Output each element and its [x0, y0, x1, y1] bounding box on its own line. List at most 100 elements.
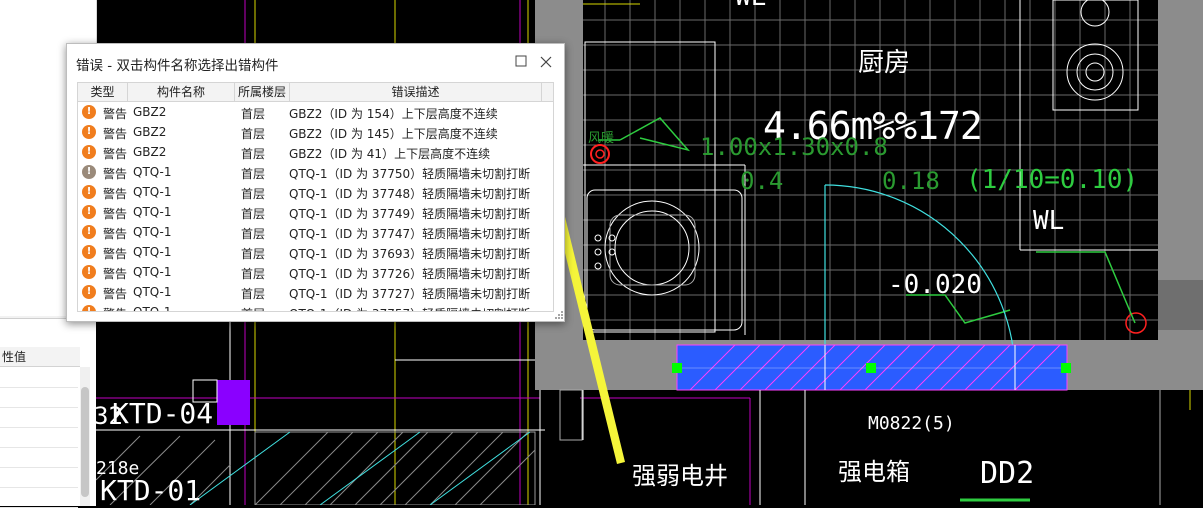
cell-name[interactable]: QTQ-1	[133, 185, 172, 199]
cell-name[interactable]: QTQ-1	[133, 305, 172, 311]
property-scrollbar[interactable]	[80, 367, 90, 506]
property-panel: 性值	[0, 318, 96, 508]
ktd04-label: KTD-04	[112, 397, 214, 430]
property-row[interactable]	[0, 467, 78, 488]
grip-middle[interactable]	[866, 363, 876, 373]
box-label: 强电箱	[838, 458, 910, 486]
property-row[interactable]	[0, 447, 78, 468]
cell-type: 警告	[103, 127, 128, 141]
cell-name[interactable]: GBZ2	[133, 145, 166, 159]
cell-name[interactable]: GBZ2	[133, 125, 166, 139]
cell-type: 警告	[103, 187, 128, 201]
cell-floor: 首层	[241, 187, 266, 201]
cell-name[interactable]: GBZ2	[133, 105, 166, 119]
scrollbar-thumb[interactable]	[81, 387, 89, 497]
dialog-title: 错误 - 双击构件名称选择出错构件	[76, 58, 279, 74]
dialog-titlebar[interactable]: 错误 - 双击构件名称选择出错构件	[67, 44, 564, 80]
cell-type: 警告	[103, 207, 128, 221]
table-header: 类型 构件名称 所属楼层 错误描述	[78, 83, 553, 102]
cell-description: GBZ2（ID 为 41）上下层高度不连续	[289, 147, 491, 161]
warning-icon: !	[82, 245, 96, 259]
property-row[interactable]	[0, 367, 78, 388]
cell-floor: 首层	[241, 147, 266, 161]
cell-name[interactable]: QTQ-1	[133, 265, 172, 279]
cell-floor: 首层	[241, 287, 266, 301]
table-row[interactable]: ! 警告 QTQ-1 首层 QTQ-1（ID 为 37757）轻质隔墙未切割打断	[78, 302, 553, 311]
property-row[interactable]	[0, 387, 78, 408]
warning-icon: !	[82, 205, 96, 219]
cell-type: 警告	[103, 287, 128, 301]
cell-name[interactable]: QTQ-1	[133, 245, 172, 259]
vent-label: 风暖	[588, 131, 615, 146]
table-row[interactable]: ! 警告 QTQ-1 首层 QTQ-1（ID 为 37749）轻质隔墙未切割打断	[78, 202, 553, 222]
warning-icon: !	[82, 305, 96, 311]
cell-description: QTQ-1（ID 为 37748）轻质隔墙未切割打断	[289, 187, 531, 201]
cell-description: QTQ-1（ID 为 37727）轻质隔墙未切割打断	[289, 287, 531, 301]
warning-icon: !	[82, 125, 96, 139]
cell-description: QTQ-1（ID 为 37757）轻质隔墙未切割打断	[289, 305, 530, 311]
cell-type: 警告	[103, 267, 128, 281]
cell-description: QTQ-1（ID 为 37693）轻质隔墙未切割打断	[289, 247, 531, 261]
table-row[interactable]: ! 警告 GBZ2 首层 GBZ2（ID 为 41）上下层高度不连续	[78, 142, 553, 162]
cell-description: QTQ-1（ID 为 37726）轻质隔墙未切割打断	[289, 267, 531, 281]
slope-text: (1/10=0.10)	[966, 165, 1139, 195]
cell-floor: 首层	[241, 267, 266, 281]
shaft-label: 强弱电井	[632, 462, 728, 490]
cell-type: 警告	[103, 167, 128, 181]
property-row[interactable]	[0, 427, 78, 448]
cell-floor: 首层	[241, 247, 266, 261]
warning-icon: !	[82, 105, 96, 119]
window-dimension-text: 1.00x1.30x0.8	[700, 133, 888, 161]
cell-floor: 首层	[241, 207, 266, 221]
resize-grip-icon[interactable]	[554, 310, 564, 320]
dd2-label: DD2	[980, 456, 1035, 491]
wl-label: WL	[1033, 206, 1065, 236]
height-label-a: 0.4	[740, 167, 784, 195]
property-value-header: 性值	[0, 347, 80, 367]
grip-right[interactable]	[1061, 363, 1071, 373]
column-header-name[interactable]: 构件名称	[128, 83, 235, 101]
door-label: M0822(5)	[868, 413, 955, 434]
warning-icon: !	[82, 265, 96, 279]
grip-left[interactable]	[672, 363, 682, 373]
column-header-type[interactable]: 类型	[78, 83, 128, 101]
table-row[interactable]: ! 警告 GBZ2 首层 GBZ2（ID 为 145）上下层高度不连续	[78, 122, 553, 142]
cell-floor: 首层	[241, 107, 266, 121]
error-table: 类型 构件名称 所属楼层 错误描述 ! 警告 GBZ2 首层 GBZ2（ID 为 154…	[77, 82, 554, 312]
cell-type: 警告	[103, 247, 128, 261]
cell-type: 警告	[103, 147, 128, 161]
cell-type: 警告	[103, 227, 128, 241]
cell-floor: 首层	[241, 127, 266, 141]
table-row[interactable]: ! 警告 GBZ2 首层 GBZ2（ID 为 154）上下层高度不连续	[78, 102, 553, 122]
maximize-icon[interactable]	[513, 53, 529, 69]
cell-name[interactable]: QTQ-1	[133, 165, 172, 179]
cell-type: 警告	[103, 107, 128, 121]
label-32: 32	[94, 402, 123, 430]
cell-name[interactable]: QTQ-1	[133, 225, 172, 239]
property-row[interactable]	[0, 407, 78, 428]
cell-description: QTQ-1（ID 为 37747）轻质隔墙未切割打断	[289, 227, 531, 241]
cell-type: 警告	[103, 305, 127, 311]
table-row[interactable]: ! 警告 QTQ-1 首层 QTQ-1（ID 为 37726）轻质隔墙未切割打断	[78, 262, 553, 282]
cell-name[interactable]: QTQ-1	[133, 205, 172, 219]
table-row[interactable]: ! 警告 QTQ-1 首层 QTQ-1（ID 为 37693）轻质隔墙未切割打断	[78, 242, 553, 262]
table-row[interactable]: ! 警告 QTQ-1 首层 QTQ-1（ID 为 37750）轻质隔墙未切割打断	[78, 162, 553, 182]
level-text: -0.020	[888, 270, 982, 300]
warning-icon: !	[82, 225, 96, 239]
error-dialog: 错误 - 双击构件名称选择出错构件 类型 构件名称 所属楼层 错误描述 ! 警告 G…	[66, 43, 565, 322]
column-header-description[interactable]: 错误描述	[290, 83, 542, 101]
column-header-floor[interactable]: 所属楼层	[235, 83, 290, 101]
label-218e: 218e	[96, 458, 140, 479]
close-icon[interactable]	[537, 53, 555, 71]
table-row[interactable]: ! 警告 QTQ-1 首层 QTQ-1（ID 为 37748）轻质隔墙未切割打断	[78, 182, 553, 202]
cell-name[interactable]: QTQ-1	[133, 285, 172, 299]
table-row[interactable]: ! 警告 QTQ-1 首层 QTQ-1（ID 为 37747）轻质隔墙未切割打断	[78, 222, 553, 242]
table-row[interactable]: ! 警告 QTQ-1 首层 QTQ-1（ID 为 37727）轻质隔墙未切割打断	[78, 282, 553, 302]
cell-floor: 首层	[241, 227, 266, 241]
cell-description: GBZ2（ID 为 154）上下层高度不连续	[289, 107, 498, 121]
cell-description: GBZ2（ID 为 145）上下层高度不连续	[289, 127, 498, 141]
warning-icon: !	[82, 185, 96, 199]
cell-floor: 首层	[241, 305, 265, 311]
wl-label-top: WL	[735, 0, 766, 12]
warning-icon: !	[82, 285, 96, 299]
